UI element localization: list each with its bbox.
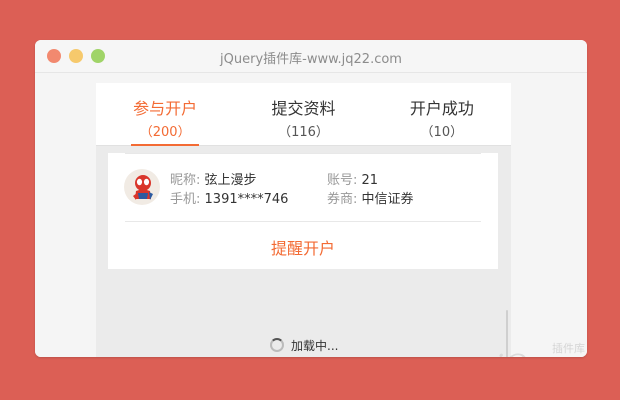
watermark-sub: 插件库	[552, 341, 585, 355]
user-info-right: 账号: 21 券商: 中信证券	[327, 171, 414, 209]
divider	[125, 221, 481, 222]
tab-participating[interactable]: 参与开户 （200）	[96, 83, 234, 146]
nickname-value: 弦上漫步	[204, 173, 257, 188]
avatar	[124, 169, 160, 205]
spinner-icon	[270, 338, 284, 352]
browser-window: jQuery插件库-www.jq22.com 参与开户 （200） 提交资料 （…	[35, 40, 587, 357]
jquery-watermark-logo: jQuery 插件库	[490, 341, 587, 357]
account-label: 账号:	[327, 173, 358, 188]
tab-label: 参与开户	[133, 99, 198, 118]
tab-count: （200）	[139, 125, 191, 140]
page-content: 参与开户 （200） 提交资料 （116） 开户成功 （10） 昵称: 弦上漫步…	[35, 73, 587, 357]
account-value: 21	[361, 173, 379, 188]
tab-submitted[interactable]: 提交资料 （116）	[234, 83, 372, 145]
user-info-left: 昵称: 弦上漫步 手机: 1391****746	[170, 171, 288, 209]
title-bar: jQuery插件库-www.jq22.com	[35, 40, 587, 73]
nickname-label: 昵称:	[170, 173, 201, 188]
divider	[125, 153, 481, 154]
remind-open-account-button[interactable]: 提醒开户	[108, 235, 498, 259]
tab-bar: 参与开户 （200） 提交资料 （116） 开户成功 （10）	[96, 83, 511, 146]
loading-indicator: 加载中...	[270, 335, 338, 355]
loading-text: 加载中...	[291, 338, 339, 353]
user-card: 昵称: 弦上漫步 手机: 1391****746 账号: 21 券商: 中信证券…	[108, 153, 498, 269]
broker-value: 中信证券	[361, 192, 414, 207]
tab-count: （116）	[278, 125, 329, 140]
phone-label: 手机:	[170, 192, 201, 207]
window-title: jQuery插件库-www.jq22.com	[220, 52, 402, 67]
phone-value: 1391****746	[204, 192, 289, 207]
mobile-view: 参与开户 （200） 提交资料 （116） 开户成功 （10） 昵称: 弦上漫步…	[96, 83, 511, 357]
tab-success[interactable]: 开户成功 （10）	[373, 83, 511, 145]
tab-count: （10）	[420, 125, 464, 140]
tab-label: 开户成功	[409, 99, 474, 118]
broker-label: 券商:	[327, 192, 358, 207]
tab-label: 提交资料	[271, 99, 336, 118]
spiderman-avatar-icon	[133, 175, 153, 200]
